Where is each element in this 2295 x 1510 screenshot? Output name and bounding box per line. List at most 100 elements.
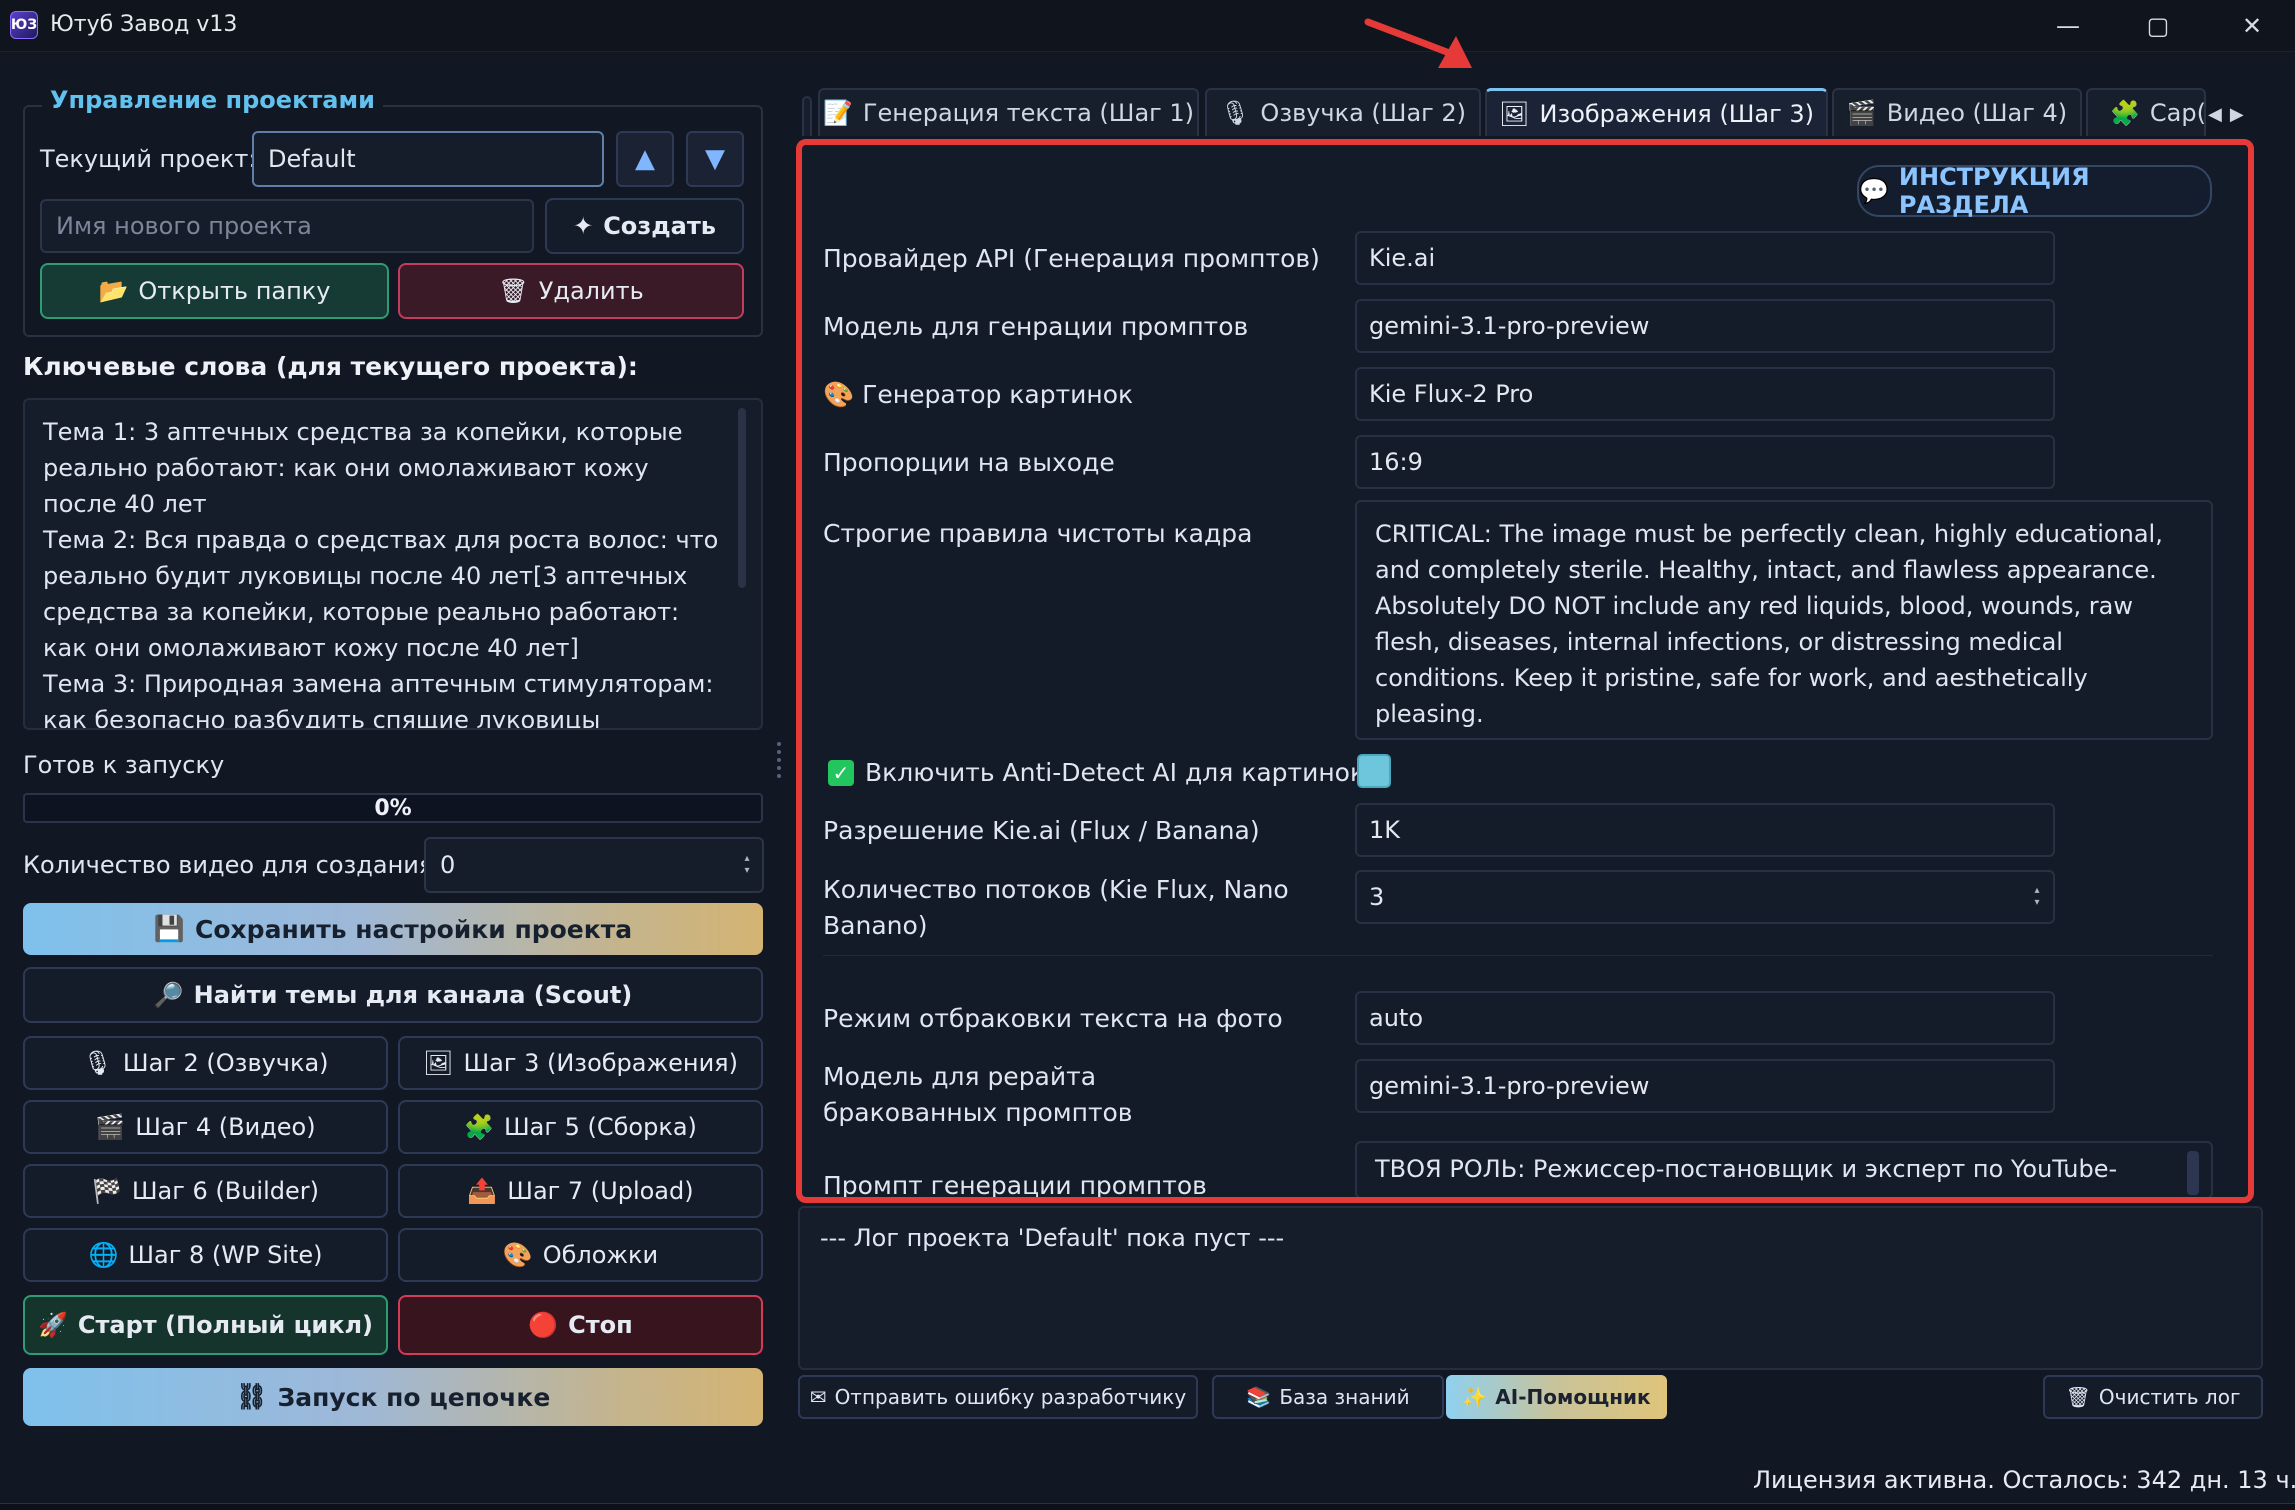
open-folder-label: Открыть папку (138, 277, 331, 305)
tab-assembly-label: Сар( (2149, 99, 2206, 127)
chain-run-button[interactable]: ⛓ Запуск по цепочке (23, 1368, 763, 1426)
report-error-label: Отправить ошибку разработчику (834, 1385, 1187, 1409)
video-count-value: 0 (440, 851, 456, 879)
red-circle-icon: 🔴 (528, 1311, 559, 1339)
delete-project-label: Удалить (538, 277, 644, 305)
create-project-label: Создать (603, 212, 716, 240)
covers-label: Обложки (542, 1241, 659, 1269)
keywords-textarea[interactable]: Тема 1: 3 аптечных средства за копейки, … (23, 398, 763, 730)
video-count-spinbox[interactable]: 0 (424, 837, 764, 893)
microphone-icon: 🎙 (82, 1049, 113, 1077)
upload-icon: 📤 (467, 1177, 498, 1205)
tab-voice-label: Озвучка (Шаг 2) (1260, 99, 1467, 127)
progress-bar: 0% (23, 793, 763, 823)
clear-log-button[interactable]: 🗑 Очистить лог (2043, 1375, 2263, 1419)
tab-assembly[interactable]: 🧩 Сар( (2086, 88, 2206, 136)
picture-icon: 🖼 (1499, 99, 1530, 128)
license-status: Лицензия активна. Осталось: 342 дн. 13 ч… (1753, 1466, 2295, 1494)
trash-icon: 🗑 (498, 277, 529, 305)
step5-label: Шаг 5 (Сборка) (503, 1113, 697, 1141)
current-project-input[interactable]: Default (252, 131, 604, 187)
trash-icon: 🗑 (2065, 1385, 2091, 1409)
magnifier-icon: 🔎 (153, 981, 184, 1009)
step3-label: Шаг 3 (Изображения) (463, 1049, 738, 1077)
save-project-settings-label: Сохранить настройки проекта (195, 914, 633, 944)
step7-upload-button[interactable]: 📤 Шаг 7 (Upload) (398, 1164, 763, 1218)
keywords-scrollbar[interactable] (738, 408, 746, 588)
floppy-icon: 💾 (153, 914, 186, 943)
annotation-arrow-icon (1364, 18, 1472, 68)
tab-text-generation-label: Генерация текста (Шаг 1) (862, 99, 1195, 127)
covers-button[interactable]: 🎨 Обложки (398, 1228, 763, 1282)
sparkle-icon: ✦ (573, 212, 594, 240)
video-count-label: Количество видео для создания: (23, 851, 442, 879)
step7-label: Шаг 7 (Upload) (507, 1177, 694, 1205)
memo-icon: 📝 (822, 99, 853, 127)
step6-label: Шаг 6 (Builder) (131, 1177, 319, 1205)
keywords-label: Ключевые слова (для текущего проекта): (23, 352, 638, 381)
status-bar (0, 1503, 2295, 1510)
tab-video[interactable]: 🎬 Видео (Шаг 4) (1832, 88, 2082, 136)
palette-icon: 🎨 (502, 1241, 533, 1269)
chain-icon: ⛓ (235, 1382, 268, 1411)
stop-button[interactable]: 🔴 Стоп (398, 1295, 763, 1355)
envelope-icon: ✉ (809, 1385, 827, 1409)
clapperboard-icon: 🎬 (1846, 99, 1877, 127)
ai-assistant-label: AI-Помощник (1495, 1385, 1651, 1409)
tab-text-generation[interactable]: 📝 Генерация текста (Шаг 1) (818, 88, 1199, 136)
tab-scroll-arrows[interactable]: ◀▶ (2208, 104, 2252, 125)
knowledge-base-label: База знаний (1279, 1385, 1410, 1409)
minimize-button[interactable]: — (2038, 0, 2098, 52)
scout-label: Найти темы для канала (Scout) (193, 981, 633, 1009)
tab-voice[interactable]: 🎙 Озвучка (Шаг 2) (1205, 88, 1481, 136)
folder-icon: 📂 (98, 277, 129, 305)
puzzle-icon: 🧩 (464, 1113, 494, 1141)
ai-assistant-button[interactable]: ✨ AI-Помощник (1446, 1375, 1667, 1419)
clear-log-label: Очистить лог (2098, 1385, 2241, 1409)
step4-video-button[interactable]: 🎬 Шаг 4 (Видео) (23, 1100, 388, 1154)
project-management-title: Управление проектами (42, 86, 383, 114)
microphone-icon: 🎙 (1219, 99, 1251, 127)
window-title: Ютуб Завод v13 (50, 12, 238, 37)
step6-builder-button[interactable]: 🏁 Шаг 6 (Builder) (23, 1164, 388, 1218)
step3-images-button[interactable]: 🖼 Шаг 3 (Изображения) (398, 1036, 763, 1090)
puzzle-icon: 🧩 (2110, 99, 2140, 127)
step4-label: Шаг 4 (Видео) (135, 1113, 316, 1141)
maximize-button[interactable]: ▢ (2128, 0, 2188, 52)
chain-run-label: Запуск по цепочке (277, 1382, 551, 1412)
current-project-label: Текущий проект: (40, 145, 257, 173)
open-folder-button[interactable]: 📂 Открыть папку (40, 263, 389, 319)
clapperboard-icon: 🎬 (95, 1113, 126, 1141)
sparkles-icon: ✨ (1462, 1385, 1488, 1409)
close-button[interactable]: ✕ (2222, 0, 2282, 52)
tab-images-label: Изображения (Шаг 3) (1539, 99, 1814, 128)
start-label: Старт (Полный цикл) (77, 1311, 374, 1339)
report-error-button[interactable]: ✉ Отправить ошибку разработчику (798, 1375, 1198, 1419)
project-down-button[interactable]: ▼ (686, 131, 744, 187)
step2-label: Шаг 2 (Озвучка) (122, 1049, 329, 1077)
start-full-cycle-button[interactable]: 🚀 Старт (Полный цикл) (23, 1295, 388, 1355)
step8-label: Шаг 8 (WP Site) (128, 1241, 323, 1269)
panel-splitter-handle[interactable] (776, 742, 782, 778)
knowledge-base-button[interactable]: 📚 База знаний (1212, 1375, 1444, 1419)
title-bar (0, 0, 2295, 52)
new-project-name-input[interactable]: Имя нового проекта (40, 199, 534, 253)
step2-voice-button[interactable]: 🎙 Шаг 2 (Озвучка) (23, 1036, 388, 1090)
app-logo-icon: ЮЗ (10, 11, 38, 39)
delete-project-button[interactable]: 🗑 Удалить (398, 263, 744, 319)
tab-edge (802, 96, 812, 136)
project-log[interactable]: --- Лог проекта 'Default' пока пуст --- (798, 1206, 2263, 1370)
step5-assembly-button[interactable]: 🧩 Шаг 5 (Сборка) (398, 1100, 763, 1154)
video-count-stepper[interactable]: ▴ ▾ (742, 845, 752, 885)
globe-icon: 🌐 (88, 1241, 119, 1269)
save-project-settings-button[interactable]: 💾 Сохранить настройки проекта (23, 903, 763, 955)
create-project-button[interactable]: ✦ Создать (545, 198, 744, 254)
project-up-button[interactable]: ▲ (616, 131, 674, 187)
annotation-highlight-frame (796, 139, 2254, 1203)
scout-button[interactable]: 🔎 Найти темы для канала (Scout) (23, 967, 763, 1023)
checkered-flag-icon: 🏁 (91, 1177, 122, 1205)
step8-wp-button[interactable]: 🌐 Шаг 8 (WP Site) (23, 1228, 388, 1282)
tab-video-label: Видео (Шаг 4) (1886, 99, 2068, 127)
rocket-icon: 🚀 (37, 1311, 68, 1339)
tab-images[interactable]: 🖼 Изображения (Шаг 3) (1485, 88, 1828, 136)
